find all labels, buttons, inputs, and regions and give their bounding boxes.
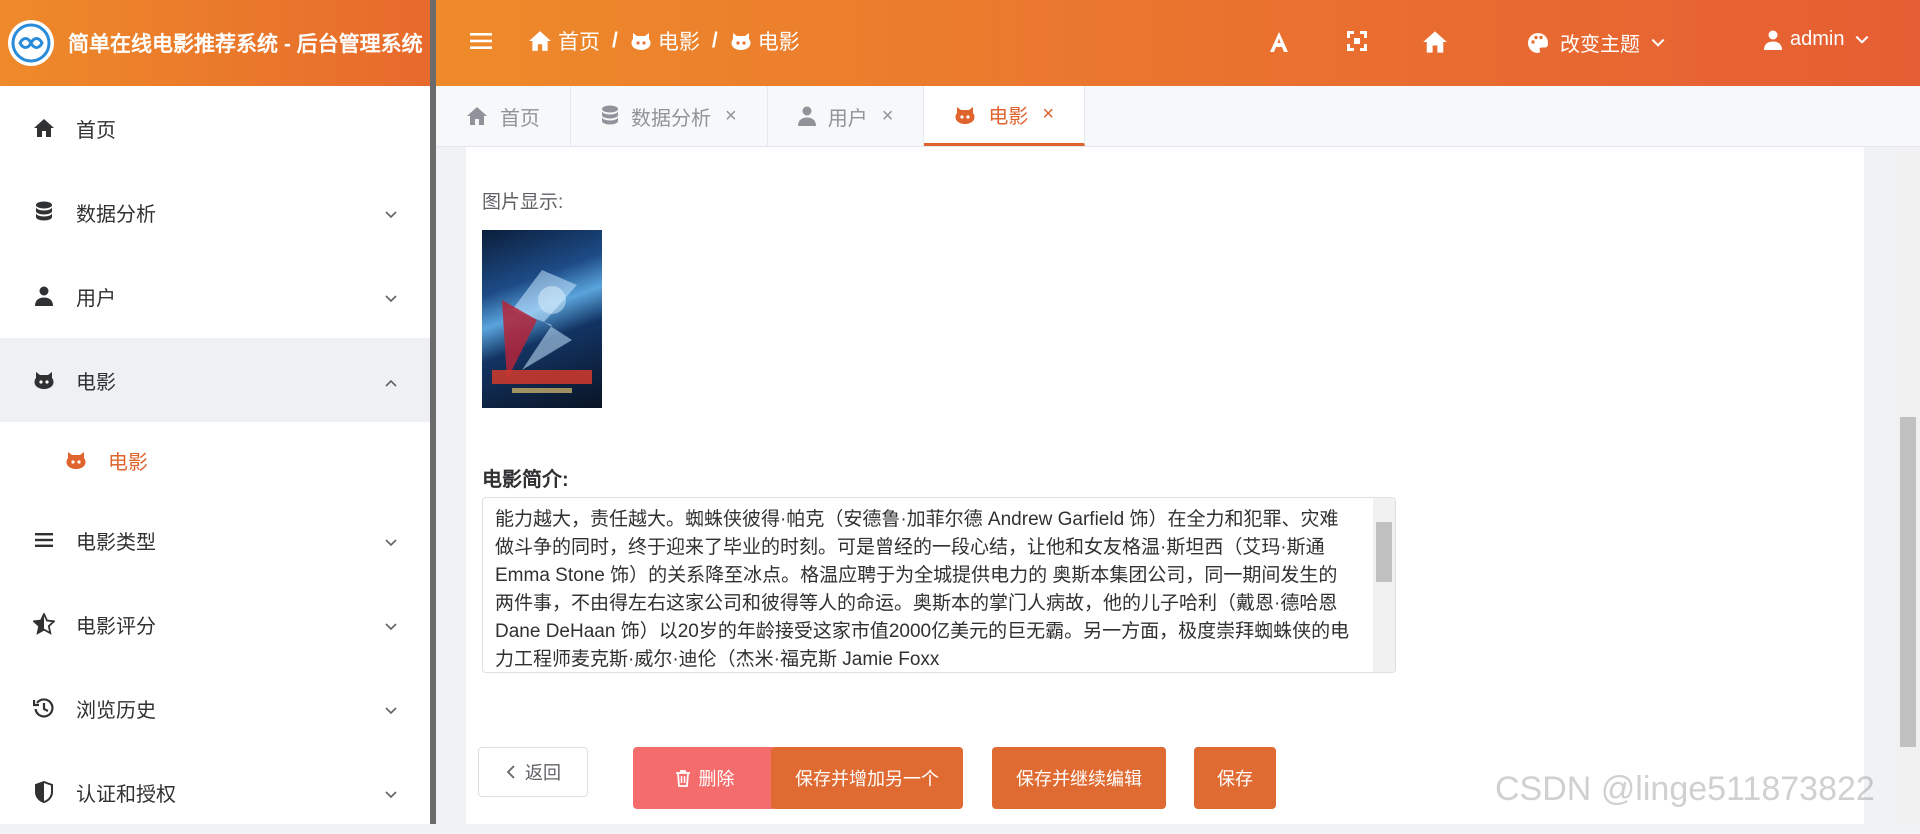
theme-label: 改变主题: [1560, 34, 1640, 56]
page-scrollbar[interactable]: [1896, 147, 1920, 824]
top-header: 首页 / 电影 / 电影 改变主题 admin: [436, 0, 1920, 86]
breadcrumb-separator: /: [612, 29, 618, 52]
font-size-icon[interactable]: [1268, 30, 1290, 59]
sidebar-item-home[interactable]: 首页: [0, 86, 430, 170]
brand-header: 简单在线电影推荐系统 - 后台管理系统: [0, 0, 430, 86]
watermark: CSDN @linge511873822: [1495, 770, 1875, 808]
tab-bar: 首页 数据分析 × 用户 × 电影 ×: [436, 86, 1920, 147]
image-field-label: 图片显示:: [482, 192, 564, 213]
sidebar-item-label: 首页: [76, 119, 116, 142]
sidebar: 简单在线电影推荐系统 - 后台管理系统 首页 数据分析 用户 电影 电影 电影类…: [0, 0, 430, 824]
user-icon: [1764, 30, 1782, 50]
chevron-down-icon: [384, 785, 398, 808]
synopsis-text: 能力越大，责任越大。蜘蛛侠彼得·帕克（安德鲁·加菲尔德 Andrew Garfi…: [495, 509, 1350, 670]
palette-icon: [1528, 32, 1548, 53]
history-icon: [32, 696, 56, 720]
hamburger-icon[interactable]: [470, 31, 492, 56]
textarea-scrollbar-thumb[interactable]: [1376, 522, 1392, 582]
sidebar-subitem-label: 电影: [108, 451, 148, 474]
textarea-scrollbar[interactable]: [1373, 498, 1395, 672]
sidebar-item-label: 电影类型: [76, 531, 156, 554]
home-icon: [529, 31, 551, 51]
save-and-add-another-button[interactable]: 保存并增加另一个: [771, 747, 963, 809]
breadcrumb-item[interactable]: 电影: [630, 26, 700, 56]
home-icon: [466, 106, 488, 126]
sidebar-item-auth[interactable]: 认证和授权: [0, 750, 430, 834]
breadcrumb-item: 电影: [730, 26, 800, 56]
chevron-down-icon: [384, 289, 398, 312]
sidebar-item-movie-ratings[interactable]: 电影评分: [0, 582, 430, 666]
home-icon: [32, 116, 56, 140]
github-cat-icon: [64, 448, 88, 472]
tab-label: 用户: [827, 107, 868, 130]
tab-label: 数据分析: [631, 107, 711, 130]
shield-icon: [32, 780, 56, 804]
synopsis-textarea[interactable]: 能力越大，责任越大。蜘蛛侠彼得·帕克（安德鲁·加菲尔德 Andrew Garfi…: [482, 497, 1396, 673]
breadcrumb-separator: /: [711, 29, 718, 52]
sidebar-item-users[interactable]: 用户: [0, 254, 430, 338]
close-icon[interactable]: ×: [1042, 103, 1054, 126]
app-title: 简单在线电影推荐系统 - 后台管理系统: [68, 33, 423, 56]
username: admin: [1790, 28, 1845, 50]
sidebar-item-label: 用户: [76, 287, 116, 310]
home-icon[interactable]: [1422, 30, 1448, 59]
tab-data-analysis[interactable]: 数据分析 ×: [571, 86, 768, 146]
sidebar-subitem-movies[interactable]: 电影: [0, 422, 430, 498]
chevron-left-icon: [506, 765, 515, 779]
theme-switcher[interactable]: 改变主题: [1526, 28, 1676, 57]
chevron-down-icon: [1651, 38, 1665, 47]
chevron-up-icon: [384, 373, 398, 396]
chevron-down-icon: [1856, 35, 1869, 44]
user-icon: [797, 106, 816, 126]
sidebar-item-movie-types[interactable]: 电影类型: [0, 498, 430, 582]
github-cat-icon: [32, 368, 56, 392]
close-icon[interactable]: ×: [882, 105, 894, 128]
main-content: 图片显示: 电影简介: 能力越大，责任越大。蜘蛛侠彼得·帕克（安德鲁·加菲尔德 …: [466, 147, 1864, 824]
page-scrollbar-thumb[interactable]: [1900, 417, 1916, 747]
tab-users[interactable]: 用户 ×: [768, 86, 925, 146]
delete-button[interactable]: 删除: [633, 747, 776, 809]
movie-poster-image: [482, 230, 602, 408]
github-cat-icon: [954, 105, 976, 125]
chevron-down-icon: [384, 617, 398, 640]
breadcrumb: 首页 / 电影 / 电影: [528, 26, 800, 56]
chevron-down-icon: [384, 205, 398, 228]
sidebar-item-label: 电影评分: [76, 615, 156, 638]
save-button[interactable]: 保存: [1194, 747, 1276, 809]
logo-icon: [8, 20, 54, 66]
trash-icon: [675, 770, 690, 787]
sidebar-item-label: 认证和授权: [76, 783, 176, 806]
star-half-icon: [32, 612, 56, 636]
chevron-down-icon: [384, 701, 398, 724]
github-cat-icon: [731, 33, 751, 50]
user-menu[interactable]: admin: [1764, 28, 1878, 51]
database-icon: [601, 105, 619, 127]
synopsis-field-label: 电影简介:: [482, 469, 569, 491]
sidebar-item-label: 数据分析: [76, 203, 156, 226]
fullscreen-icon[interactable]: [1346, 30, 1368, 57]
tab-movies[interactable]: 电影 ×: [924, 86, 1086, 146]
tab-label: 电影: [988, 106, 1029, 128]
chevron-down-icon: [384, 533, 398, 556]
breadcrumb-item[interactable]: 首页: [528, 26, 600, 56]
sidebar-item-movies[interactable]: 电影: [0, 338, 430, 422]
save-and-continue-button[interactable]: 保存并继续编辑: [992, 747, 1166, 809]
tab-label: 首页: [500, 107, 540, 130]
sidebar-item-history[interactable]: 浏览历史: [0, 666, 430, 750]
list-icon: [32, 528, 56, 552]
sidebar-item-data-analysis[interactable]: 数据分析: [0, 170, 430, 254]
tab-home[interactable]: 首页: [436, 86, 571, 146]
sidebar-item-label: 浏览历史: [76, 699, 156, 722]
database-icon: [32, 200, 56, 224]
close-icon[interactable]: ×: [725, 105, 737, 128]
back-button[interactable]: 返回: [478, 747, 588, 797]
github-cat-icon: [631, 33, 651, 50]
sidebar-item-label: 电影: [76, 371, 116, 394]
user-icon: [32, 284, 56, 308]
